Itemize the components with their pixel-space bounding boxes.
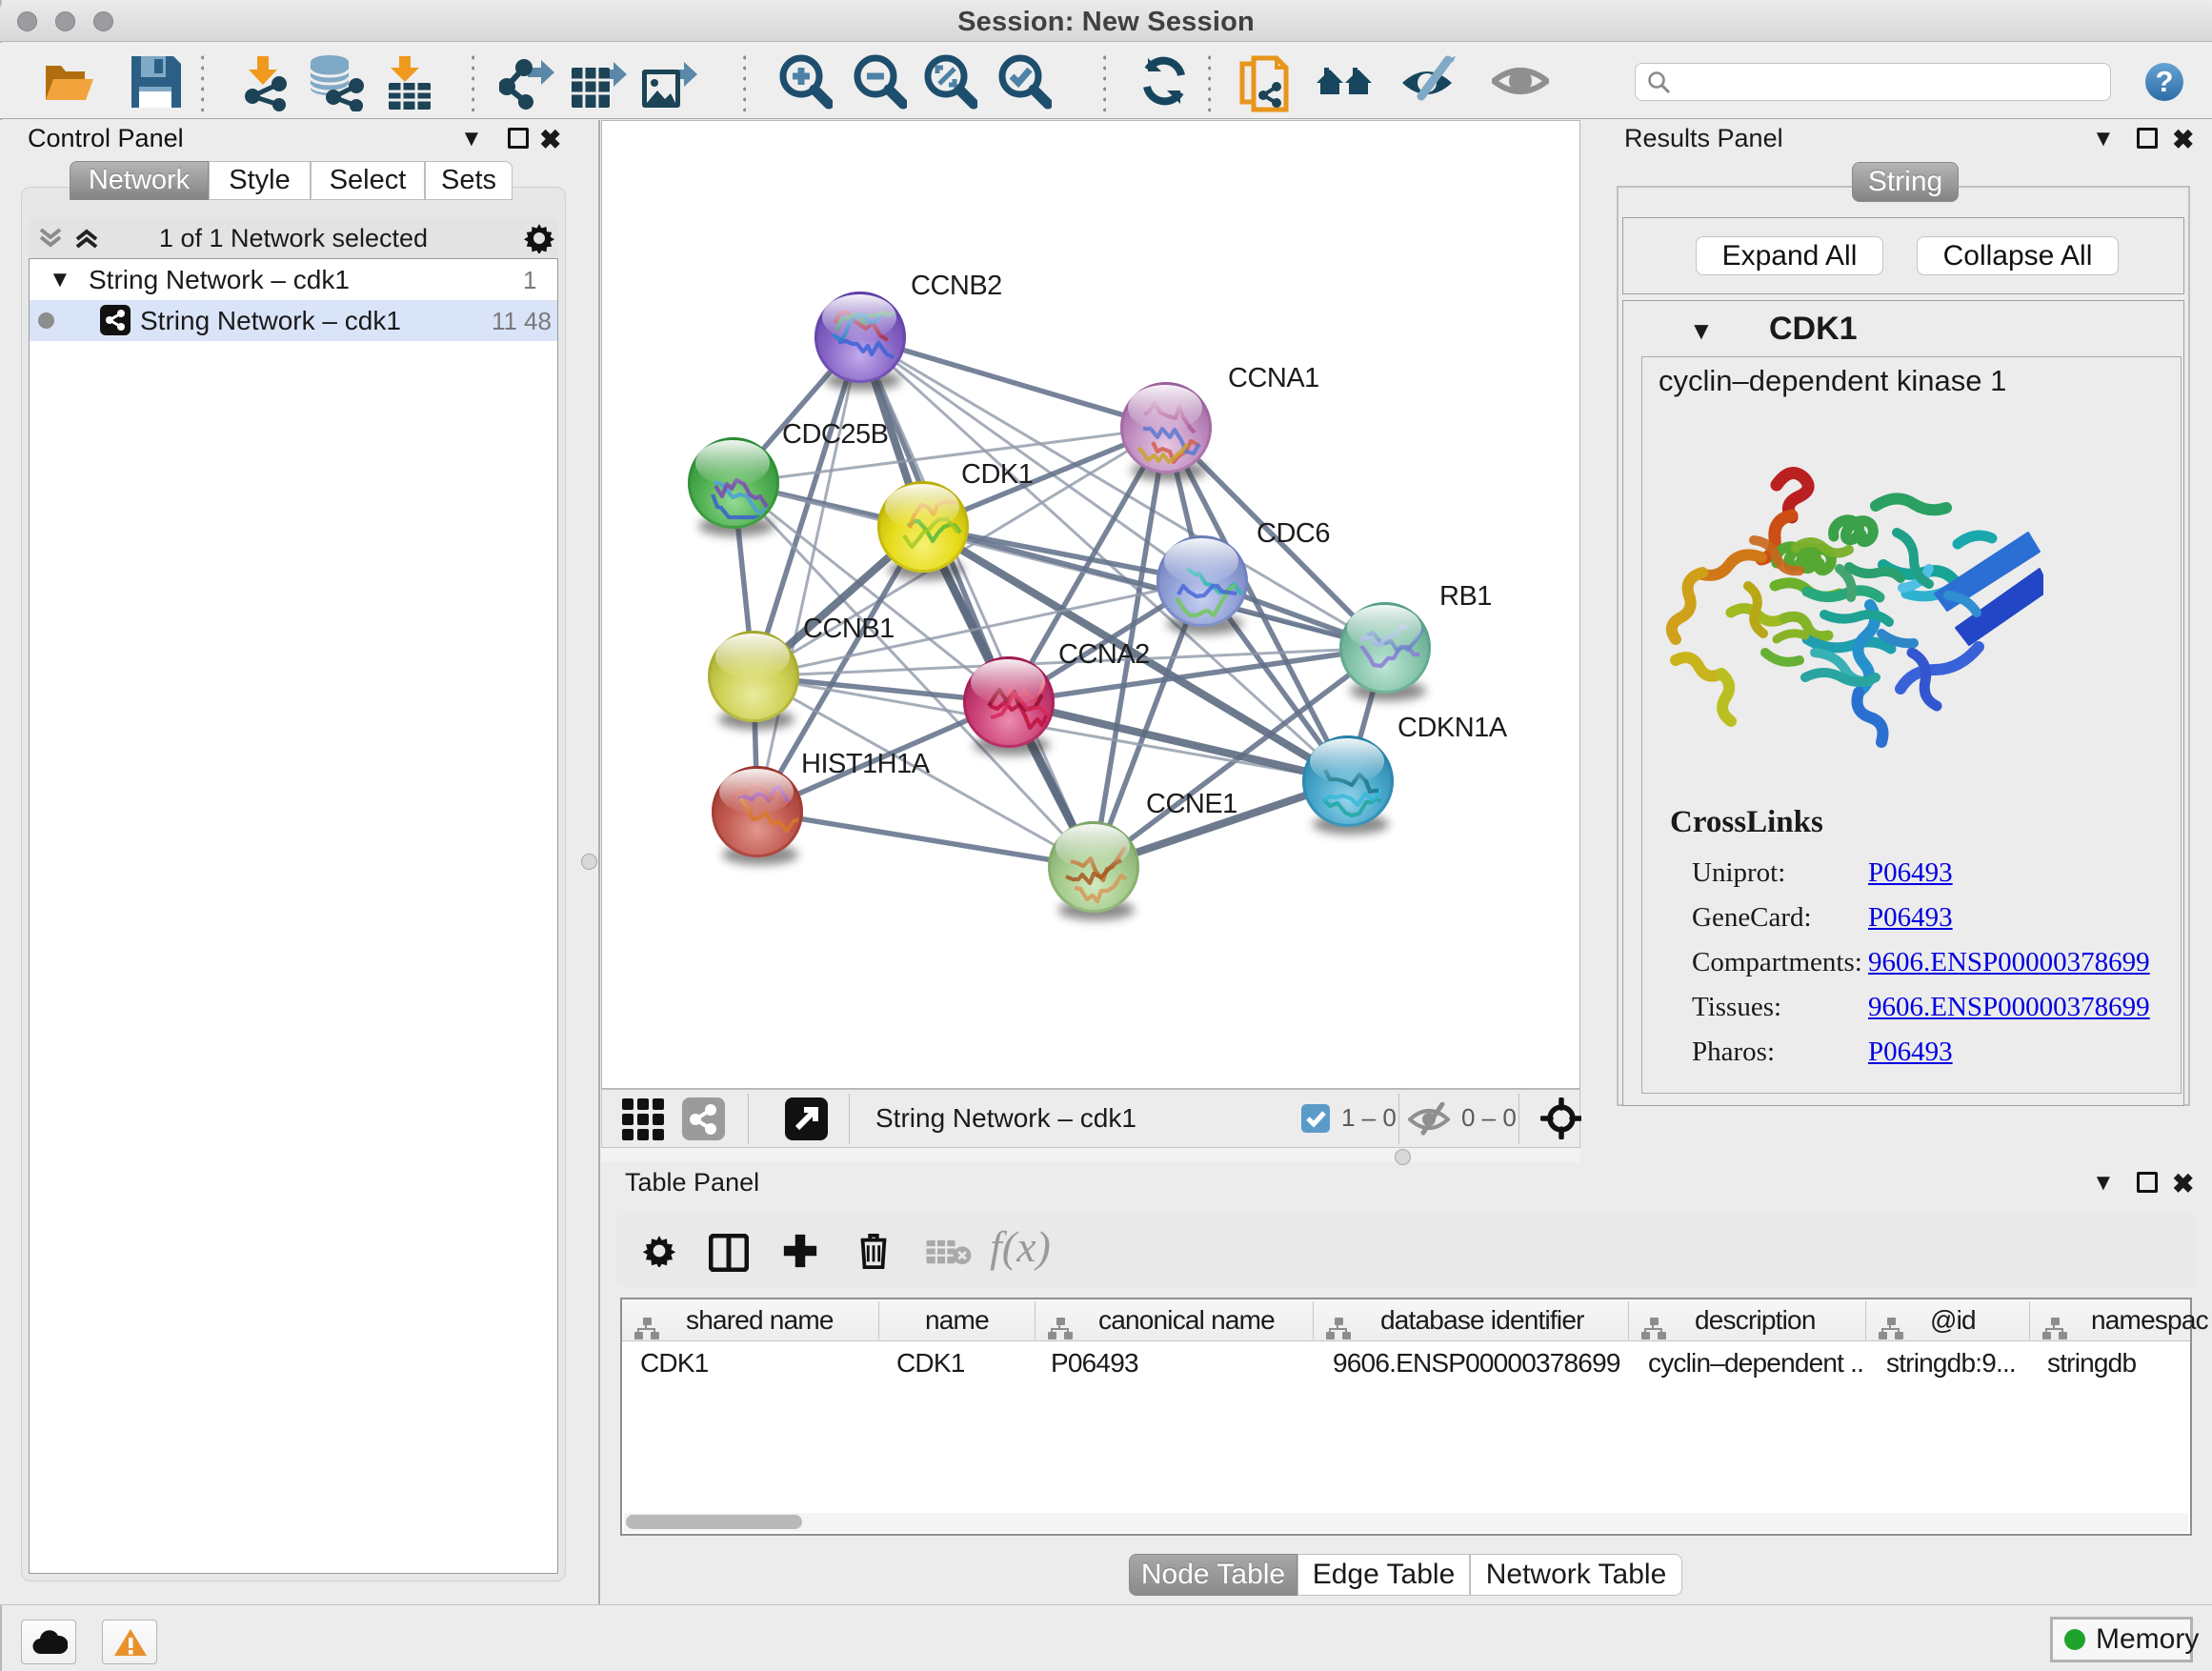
svg-text:CCNE1: CCNE1 bbox=[1146, 789, 1237, 819]
svg-text:CCNA2: CCNA2 bbox=[1058, 639, 1150, 670]
svg-text:CDKN1A: CDKN1A bbox=[1398, 713, 1508, 743]
svg-text:CCNB2: CCNB2 bbox=[911, 271, 1002, 301]
svg-text:CCNB1: CCNB1 bbox=[803, 614, 895, 644]
svg-text:CDK1: CDK1 bbox=[961, 459, 1033, 490]
svg-text:RB1: RB1 bbox=[1439, 581, 1492, 612]
svg-text:CCNA1: CCNA1 bbox=[1228, 363, 1319, 393]
svg-text:HIST1H1A: HIST1H1A bbox=[801, 749, 931, 779]
svg-text:CDC6: CDC6 bbox=[1257, 518, 1330, 549]
svg-text:CDC25B: CDC25B bbox=[782, 419, 888, 450]
